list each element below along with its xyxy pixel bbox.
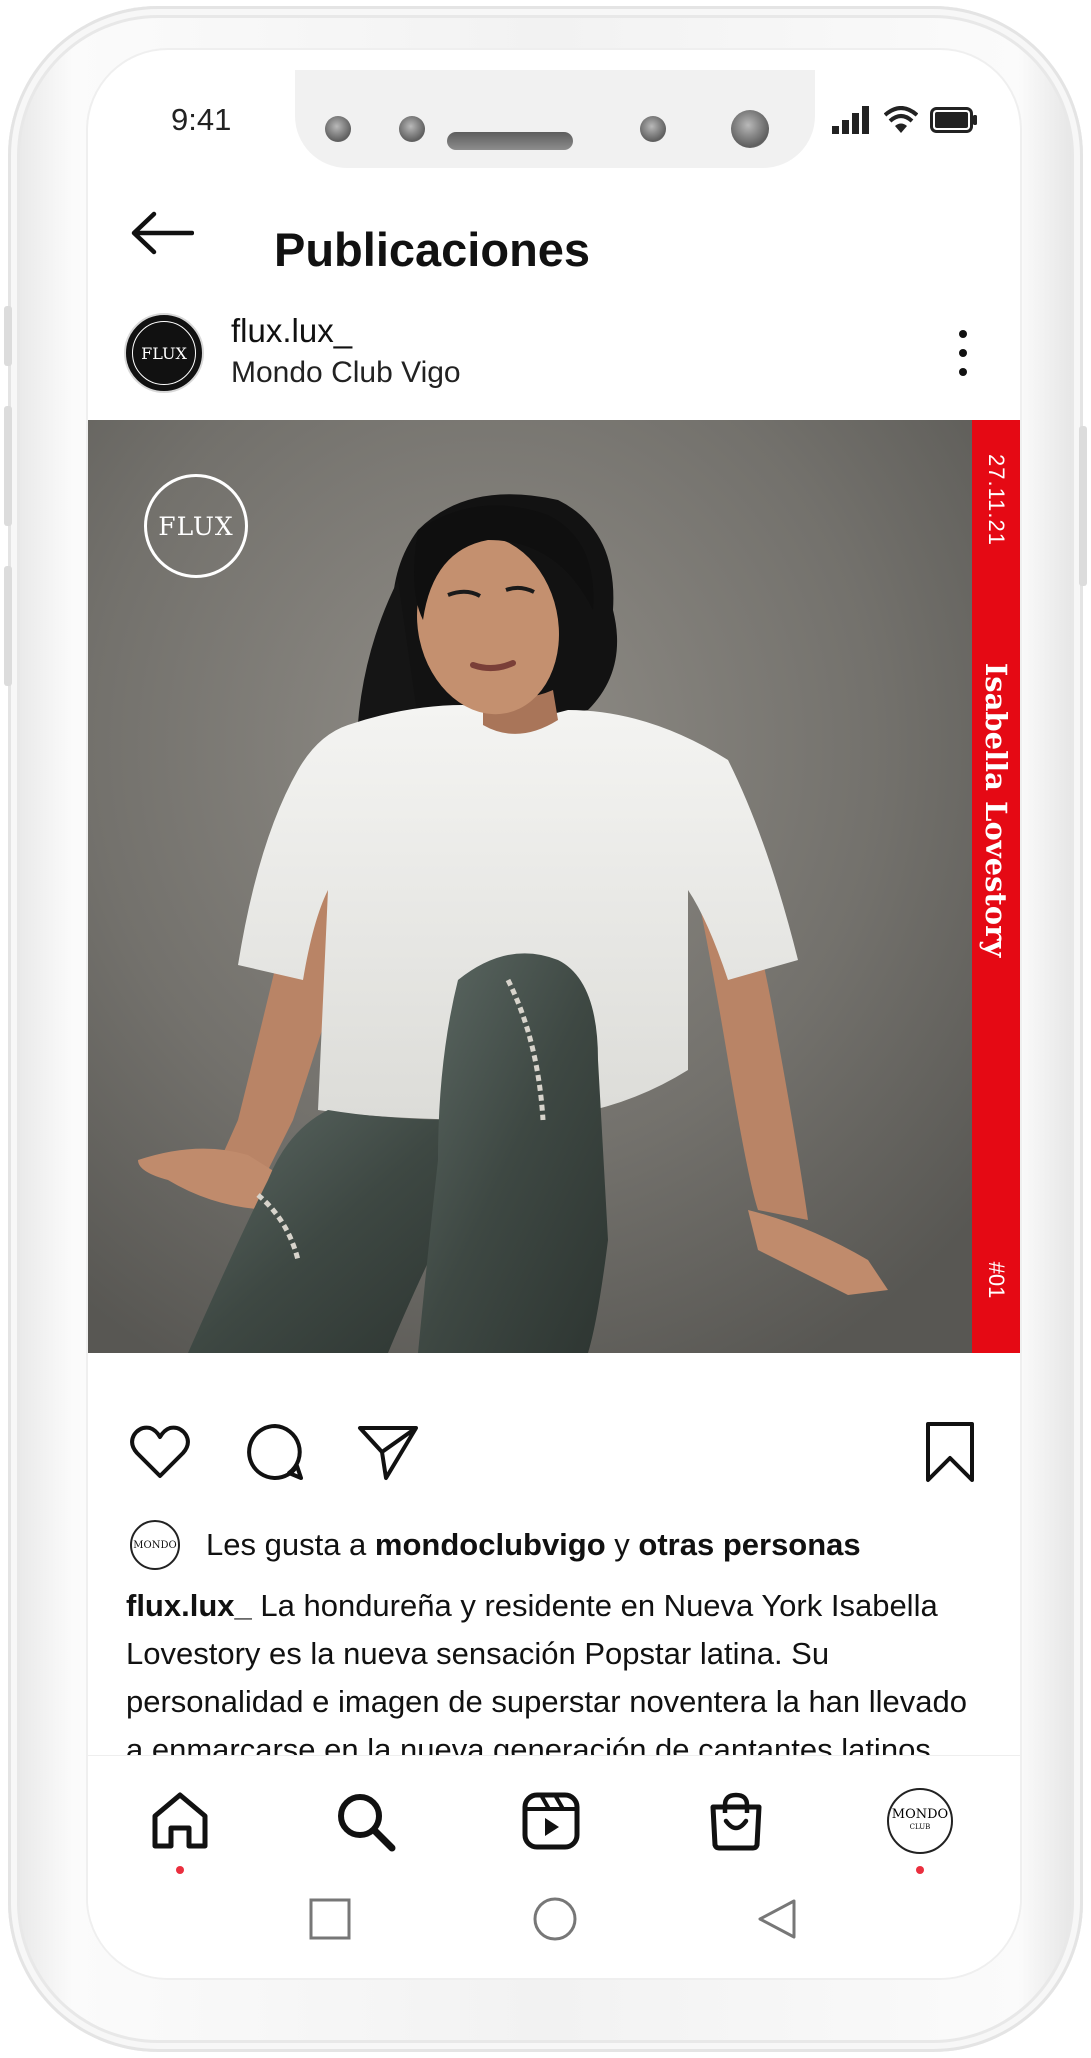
home-button-icon[interactable] [531, 1895, 579, 1943]
likes-connector: y [605, 1527, 639, 1562]
nav-reels[interactable] [516, 1786, 586, 1856]
shop-icon [710, 1792, 762, 1851]
notch [295, 70, 815, 168]
signal-icon [832, 106, 869, 134]
post-image[interactable]: FLUX 27.11.21 Isabella Lovestory #01 [88, 420, 1020, 1353]
phone-frame: 9:41 Publicaciones FLUX flux.lux_ Mondo … [4, 6, 1087, 2052]
home-notification-dot [176, 1866, 184, 1874]
flux-logo: FLUX [144, 474, 248, 578]
post-avatar[interactable]: FLUX [124, 313, 204, 393]
more-options-icon[interactable] [958, 330, 968, 376]
nav-profile[interactable]: MONDO CLUB [885, 1786, 955, 1856]
heart-icon[interactable] [128, 1420, 192, 1484]
post-actions [88, 1420, 1020, 1490]
likes-row[interactable]: MONDO Les gusta a mondoclubvigo y otras … [130, 1520, 861, 1570]
page-title: Publicaciones [274, 223, 591, 276]
liker-username[interactable]: mondoclubvigo [375, 1527, 606, 1563]
status-icons [832, 106, 978, 134]
phone-power-button [1079, 426, 1087, 586]
profile-avatar-sub: CLUB [909, 1823, 931, 1831]
event-number: #01 [984, 1261, 1009, 1299]
profile-avatar-text: MONDO [891, 1807, 949, 1822]
comment-icon[interactable] [243, 1420, 307, 1484]
nav-shop[interactable] [701, 1786, 771, 1856]
profile-avatar: MONDO CLUB [887, 1788, 953, 1854]
search-icon [338, 1794, 396, 1852]
post-location[interactable]: Mondo Club Vigo [231, 356, 461, 390]
nav-home[interactable] [145, 1786, 215, 1856]
bookmark-icon[interactable] [918, 1420, 982, 1484]
liker-avatar: MONDO [130, 1520, 180, 1570]
status-time: 9:41 [171, 102, 232, 137]
caption-username[interactable]: flux.lux_ [126, 1588, 252, 1623]
recents-button-icon[interactable] [308, 1897, 352, 1941]
phone-volume-up [4, 406, 12, 526]
app-header: Publicaciones [88, 180, 1020, 280]
profile-notification-dot [916, 1866, 924, 1874]
bottom-nav: MONDO CLUB [88, 1755, 1020, 1885]
nav-search[interactable] [330, 1786, 400, 1856]
post-avatar-logo: FLUX [132, 321, 196, 385]
event-date: 27.11.21 [984, 453, 1009, 547]
phone-side-button [4, 306, 12, 366]
reels-icon [522, 1792, 580, 1850]
sensor-left [325, 116, 351, 142]
back-button-icon[interactable] [755, 1897, 799, 1941]
likes-prefix: Les gusta a [206, 1527, 375, 1562]
post-username[interactable]: flux.lux_ [231, 312, 352, 350]
earpiece-speaker [447, 132, 573, 150]
event-strip: 27.11.21 Isabella Lovestory #01 [972, 420, 1020, 1353]
front-camera [731, 110, 769, 148]
back-arrow-icon[interactable] [130, 210, 194, 256]
phone-volume-down [4, 566, 12, 686]
sensor-mid [399, 116, 425, 142]
wifi-icon [884, 106, 918, 133]
battery-icon [930, 107, 977, 133]
home-icon [152, 1792, 208, 1849]
system-nav [88, 1885, 1020, 1978]
share-icon[interactable] [356, 1420, 420, 1484]
sensor-right [640, 116, 666, 142]
likes-others[interactable]: otras personas [638, 1527, 860, 1563]
screen: 9:41 Publicaciones FLUX flux.lux_ Mondo … [88, 50, 1020, 1978]
artist-name: Isabella Lovestory [979, 662, 1013, 958]
